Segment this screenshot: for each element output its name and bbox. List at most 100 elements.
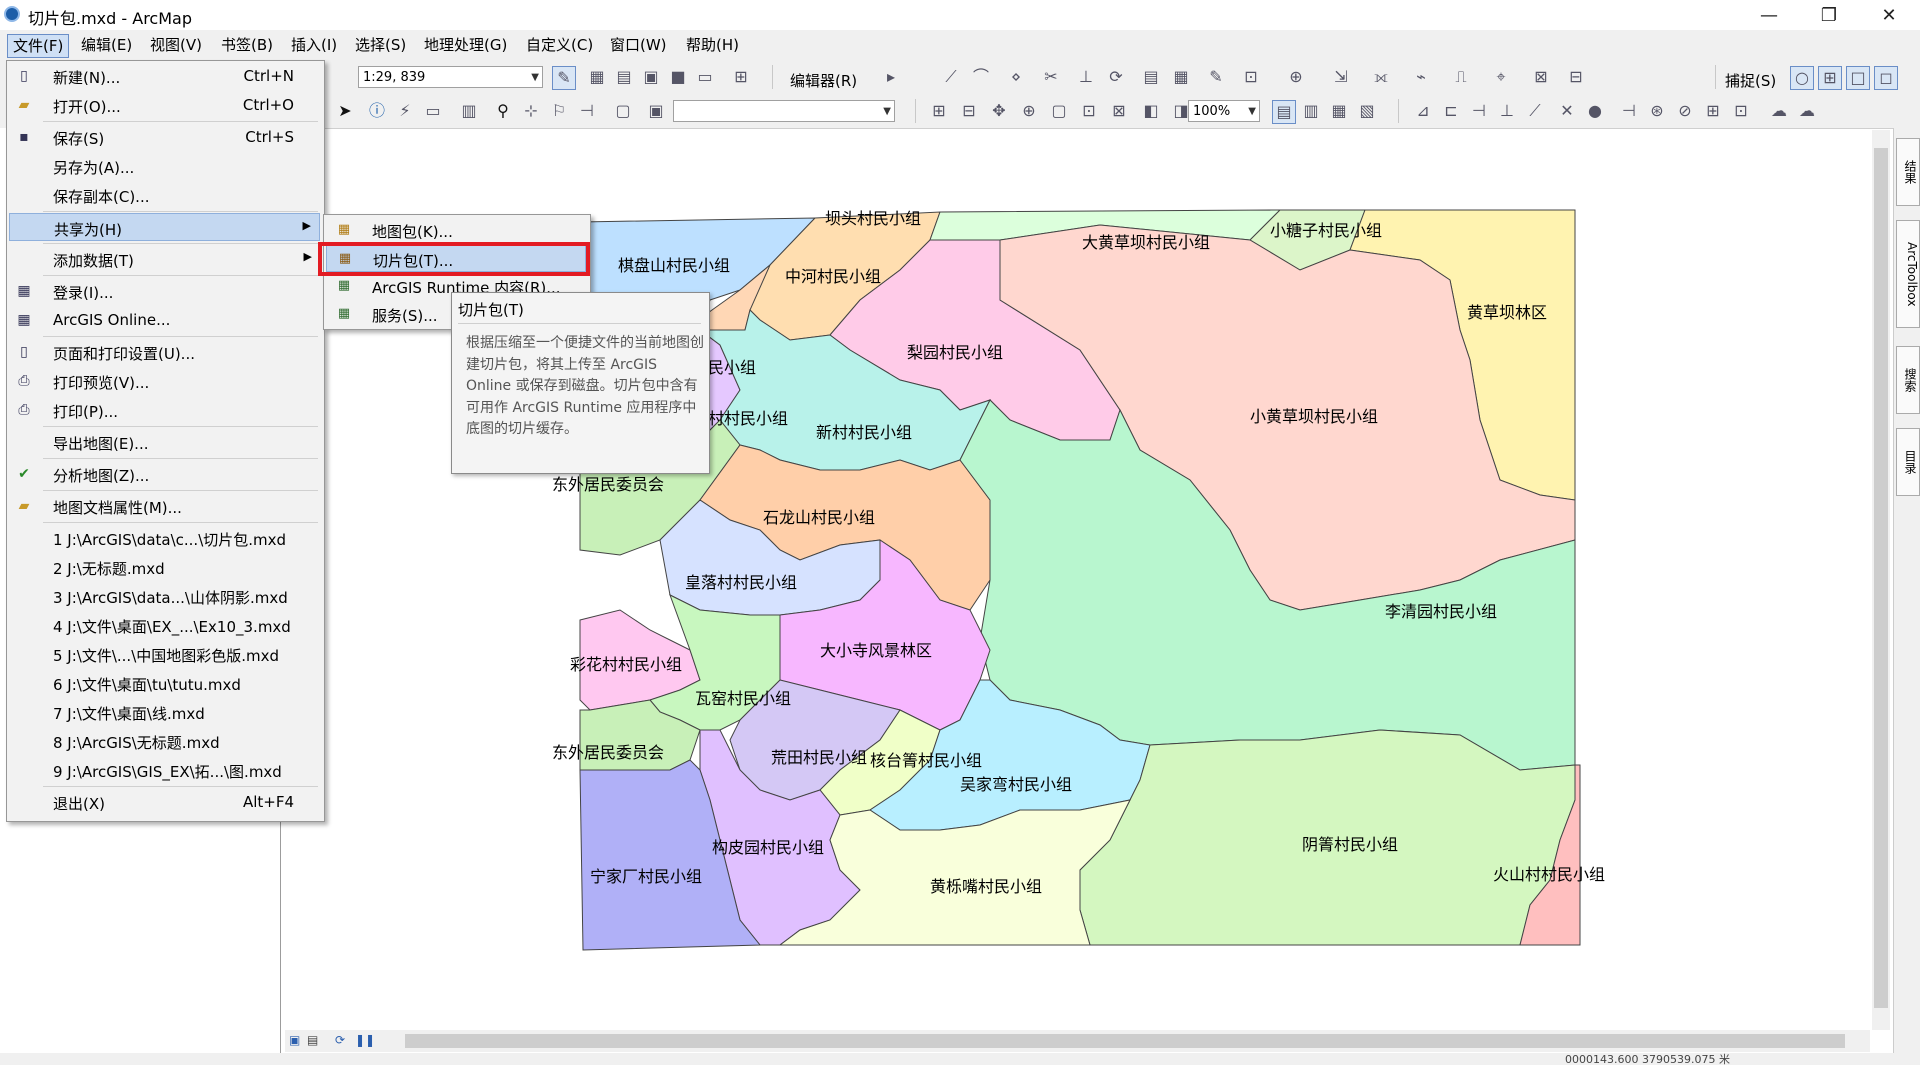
parcel-icon[interactable]: ⊠ [1530,66,1552,88]
toggle-draft-mode-icon[interactable]: ▤ [1272,100,1296,124]
menu-item-new[interactable]: ▯ 新建(N)... Ctrl+N [9,62,320,90]
edit-tool-icon[interactable]: ▸ [880,66,902,88]
menu-insert[interactable]: 插入(I) [286,34,342,56]
menu-item-print-preview[interactable]: ⎙ 打印预览(V)... [9,367,320,395]
end-snapping-icon[interactable]: ⊞ [1818,66,1842,90]
vertical-scroll-thumb[interactable] [1874,148,1888,1008]
zoom-out-fixed-icon[interactable]: ⊟ [958,100,980,122]
minimize-button[interactable]: — [1740,0,1798,30]
focus-data-frame-icon[interactable]: ▥ [1300,100,1322,122]
menu-item-sign-in[interactable]: ▦ 登录(I)... [9,277,320,305]
pause-icon[interactable]: ❚❚ [355,1033,375,1047]
map-scale-combo[interactable]: 1:29, 839 ▼ [358,66,543,88]
recent-file-6[interactable]: 6 J:\文件\桌面\tu\tutu.mxd [9,669,320,697]
refresh-icon[interactable]: ⟳ [335,1033,345,1047]
sketch-properties-icon[interactable]: ▦ [1170,66,1192,88]
draw-polygon-icon[interactable]: ⊏ [1440,100,1462,122]
viewer-window-icon[interactable]: ▢ [612,100,634,122]
go-to-xy-icon[interactable]: ⚐ [548,100,570,122]
menu-item-page-setup[interactable]: ▯ 页面和打印设置(U)... [9,338,320,366]
editor-toolbar-icon[interactable]: ✎ [552,66,576,90]
menu-item-arcgis-online[interactable]: ▦ ArcGIS Online... [9,306,320,334]
construct-icon[interactable]: ⊛ [1646,100,1668,122]
draw-point-icon[interactable]: ⊥ [1496,100,1518,122]
search-window-icon[interactable]: ▣ [640,66,662,88]
identify-icon[interactable]: ⓘ [366,100,388,122]
hyperlink-icon[interactable]: ⚡ [394,100,416,122]
draw-line-icon[interactable]: ⊣ [1468,100,1490,122]
menu-geoprocessing[interactable]: 地理处理(G) [419,34,512,56]
zoom-percent-combo[interactable]: 100% ▼ [1188,100,1260,122]
cloud-settings-icon[interactable]: ☁ [1796,100,1818,122]
html-popup-icon[interactable]: ▭ [422,100,444,122]
split-icon[interactable]: ⊥ [1075,66,1097,88]
catalog-icon[interactable]: ▤ [613,66,635,88]
data-view-icon[interactable]: ▣ [289,1033,300,1047]
snapping-menu[interactable]: 捕捉(S) [1725,70,1776,91]
editor-menu[interactable]: 编辑器(R) [790,70,857,91]
zoom-whole-page-icon[interactable]: ▢ [1048,100,1070,122]
recent-file-1[interactable]: 1 J:\ArcGIS\data\c...\切片包.mxd [9,524,320,552]
advanced-editing-icon[interactable]: ⟗ [1370,66,1392,88]
menu-file[interactable]: 文件(F) [7,34,70,58]
recent-file-4[interactable]: 4 J:\文件\桌面\EX_...\Ex10_3.mxd [9,611,320,639]
recent-file-7[interactable]: 7 J:\文件\桌面\线.mxd [9,698,320,726]
menu-windows[interactable]: 窗口(W) [605,34,672,56]
menu-item-print[interactable]: ⎙ 打印(P)... [9,396,320,424]
cut-polygon-icon[interactable]: ✂ [1040,66,1062,88]
tab-arctoolbox[interactable]: ArcToolbox [1896,220,1920,328]
table-icon[interactable]: ▦ [586,66,608,88]
full-extent-icon[interactable]: ⊕ [1018,100,1040,122]
globe-icon[interactable]: ● [1584,100,1606,122]
point-snapping-icon[interactable]: ○ [1790,66,1814,90]
recent-file-8[interactable]: 8 J:\ArcGIS\无标题.mxd [9,727,320,755]
straight-segment-icon[interactable]: ⟋ [940,66,962,88]
vertex-snapping-icon[interactable]: □ [1846,66,1870,90]
fixed-zoom-icon[interactable]: ⊠ [1108,100,1130,122]
cloud-icon[interactable]: ☁ [1768,100,1790,122]
measure-icon[interactable]: ▥ [458,100,480,122]
menu-bookmarks[interactable]: 书签(B) [216,34,278,56]
topology-icon[interactable]: ⊡ [1240,66,1262,88]
layout-view-icon[interactable]: ▤ [307,1033,318,1047]
curve-icon[interactable]: ⌒ [970,66,992,88]
menu-item-exit[interactable]: 退出(X) Alt+F4 [9,788,320,816]
horizontal-scroll-thumb[interactable] [405,1034,1845,1048]
recent-file-5[interactable]: 5 J:\文件\...\中国地图彩色版.mxd [9,640,320,668]
grid-icon[interactable]: ⊞ [1702,100,1724,122]
generalize-icon[interactable]: ⌁ [1410,66,1432,88]
vertex-icon[interactable]: ⋄ [1005,66,1027,88]
tab-search[interactable]: 搜索 [1896,346,1920,414]
time-slider-icon[interactable]: ⊣ [576,100,598,122]
select-elements-icon[interactable]: ➤ [334,100,356,122]
data-driven-pages-icon[interactable]: ▧ [1356,100,1378,122]
menu-customize[interactable]: 自定义(C) [521,34,598,56]
rotate-icon[interactable]: ⟳ [1105,66,1127,88]
menu-item-save-copy[interactable]: 保存副本(C)... [9,181,320,209]
tab-results[interactable]: 结果 [1896,138,1920,206]
tab-catalog[interactable]: 目录 [1896,428,1920,496]
create-features-icon[interactable]: ✎ [1205,66,1227,88]
pan-icon[interactable]: ✥ [988,100,1010,122]
menu-item-open[interactable]: ▰ 打开(O)... Ctrl+O [9,91,320,119]
menu-item-share-as[interactable]: 共享为(H) ▶ [9,213,320,241]
find-icon[interactable]: ⚲ [492,100,514,122]
trace-icon[interactable]: ⊣ [1618,100,1640,122]
draw-curve-icon[interactable]: ⟋ [1524,100,1546,122]
recent-file-2[interactable]: 2 J:\无标题.mxd [9,553,320,581]
network-analyst-icon[interactable]: ⊡ [1730,100,1752,122]
spatial-adjustment-icon[interactable]: ⇲ [1330,66,1352,88]
draw-rectangle-icon[interactable]: ⊿ [1412,100,1434,122]
menu-item-save[interactable]: ▪ 保存(S) Ctrl+S [9,123,320,151]
menu-item-export-map[interactable]: 导出地图(E)... [9,428,320,456]
menu-item-save-as[interactable]: 另存为(A)... [9,152,320,180]
menu-item-add-data[interactable]: 添加数据(T) ▶ [9,245,320,273]
menu-help[interactable]: 帮助(H) [681,34,744,56]
zoom-in-fixed-icon[interactable]: ⊞ [928,100,950,122]
menu-view[interactable]: 视图(V) [145,34,207,56]
model-builder-icon[interactable]: ⊞ [730,66,752,88]
layer-selector-combo[interactable]: ▼ [673,100,895,122]
tracing-icon[interactable]: ⌖ [1490,66,1512,88]
georeferencing-icon[interactable]: ⊕ [1285,66,1307,88]
menu-edit[interactable]: 编辑(E) [76,34,137,56]
